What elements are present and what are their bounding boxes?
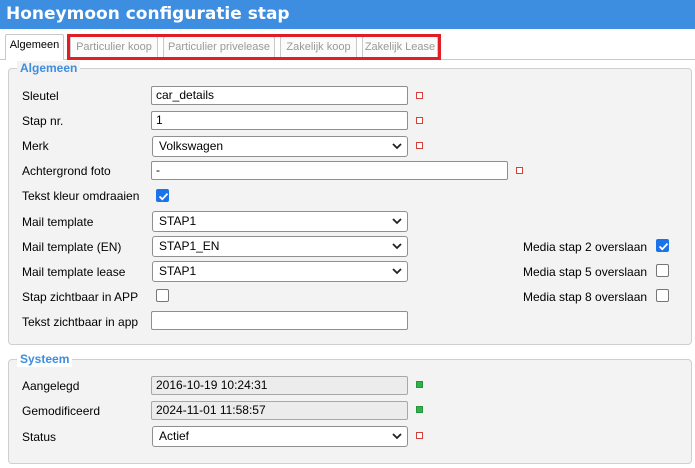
tab-algemeen[interactable]: Algemeen [5,34,64,60]
mail-template-select[interactable]: STAP1 [152,211,408,232]
brand-select[interactable]: Volkswagen [152,136,408,157]
background-photo-input[interactable]: - [151,161,508,180]
invert-text-color-checkbox[interactable] [156,189,169,202]
checkmark-icon [158,192,169,201]
text-visible-app-input[interactable] [151,311,408,330]
chevron-down-icon [392,143,402,150]
invert-text-color-label: Tekst kleur omdraaien [22,189,140,203]
tab-bar: Algemeen Particulier koop Particulier pr… [0,34,695,60]
chevron-down-icon [392,433,402,440]
created-label: Aangelegd [22,379,80,393]
status-select-value: Actief [159,429,190,443]
tab-particulier-privelease[interactable]: Particulier privelease [163,36,275,58]
step-nr-label: Stap nr. [22,114,64,128]
step-visible-app-label: Stap zichtbaar in APP [22,290,139,304]
tab-particulier-koop[interactable]: Particulier koop [70,36,158,58]
mail-template-lease-label: Mail template lease [22,265,126,279]
tab-zakelijk-lease[interactable]: Zakelijk Lease [362,36,438,58]
chevron-down-icon [392,268,402,275]
brand-label: Merk [22,139,49,153]
title-bar: Honeymoon configuratie stap [0,0,695,29]
required-marker [416,142,423,149]
mail-template-lease-value: STAP1 [159,264,197,278]
chevron-down-icon [392,218,402,225]
skip-media-5-label: Media stap 5 overslaan [523,265,648,279]
mail-template-value: STAP1 [159,214,197,228]
skip-media-8-label: Media stap 8 overslaan [523,290,648,304]
mail-template-en-select[interactable]: STAP1_EN [152,236,408,257]
status-label: Status [22,430,57,444]
required-marker [516,167,523,174]
chevron-down-icon [392,243,402,250]
status-ok-marker [416,381,423,388]
key-input[interactable]: car_details [151,86,408,105]
mail-template-lease-select[interactable]: STAP1 [152,261,408,282]
status-select[interactable]: Actief [152,426,408,447]
skip-media-8-checkbox[interactable] [656,289,669,302]
tab-divider [0,59,695,60]
required-marker [416,92,423,99]
skip-media-2-checkbox[interactable] [656,239,669,252]
brand-select-value: Volkswagen [159,139,224,153]
status-ok-marker [416,406,423,413]
window-title: Honeymoon configuratie stap [6,4,290,24]
checkmark-icon [658,242,669,251]
mail-template-en-label: Mail template (EN) [22,240,122,254]
tab-zakelijk-koop[interactable]: Zakelijk koop [280,36,357,58]
key-label: Sleutel [22,89,59,103]
system-legend: Systeem [17,352,73,367]
modified-field: 2024-11-01 11:58:57 [151,401,408,420]
mail-template-label: Mail template [22,215,94,229]
modified-label: Gemodificeerd [22,404,101,418]
created-field: 2016-10-19 10:24:31 [151,376,408,395]
skip-media-2-label: Media stap 2 overslaan [523,240,648,254]
general-legend: Algemeen [17,61,81,76]
required-marker [416,117,423,124]
text-visible-app-label: Tekst zichtbaar in app [22,315,139,329]
skip-media-5-checkbox[interactable] [656,264,669,277]
required-marker [416,432,423,439]
step-visible-app-checkbox[interactable] [156,289,169,302]
background-photo-label: Achtergrond foto [22,164,111,178]
step-nr-input[interactable]: 1 [151,111,408,130]
mail-template-en-value: STAP1_EN [159,239,220,253]
